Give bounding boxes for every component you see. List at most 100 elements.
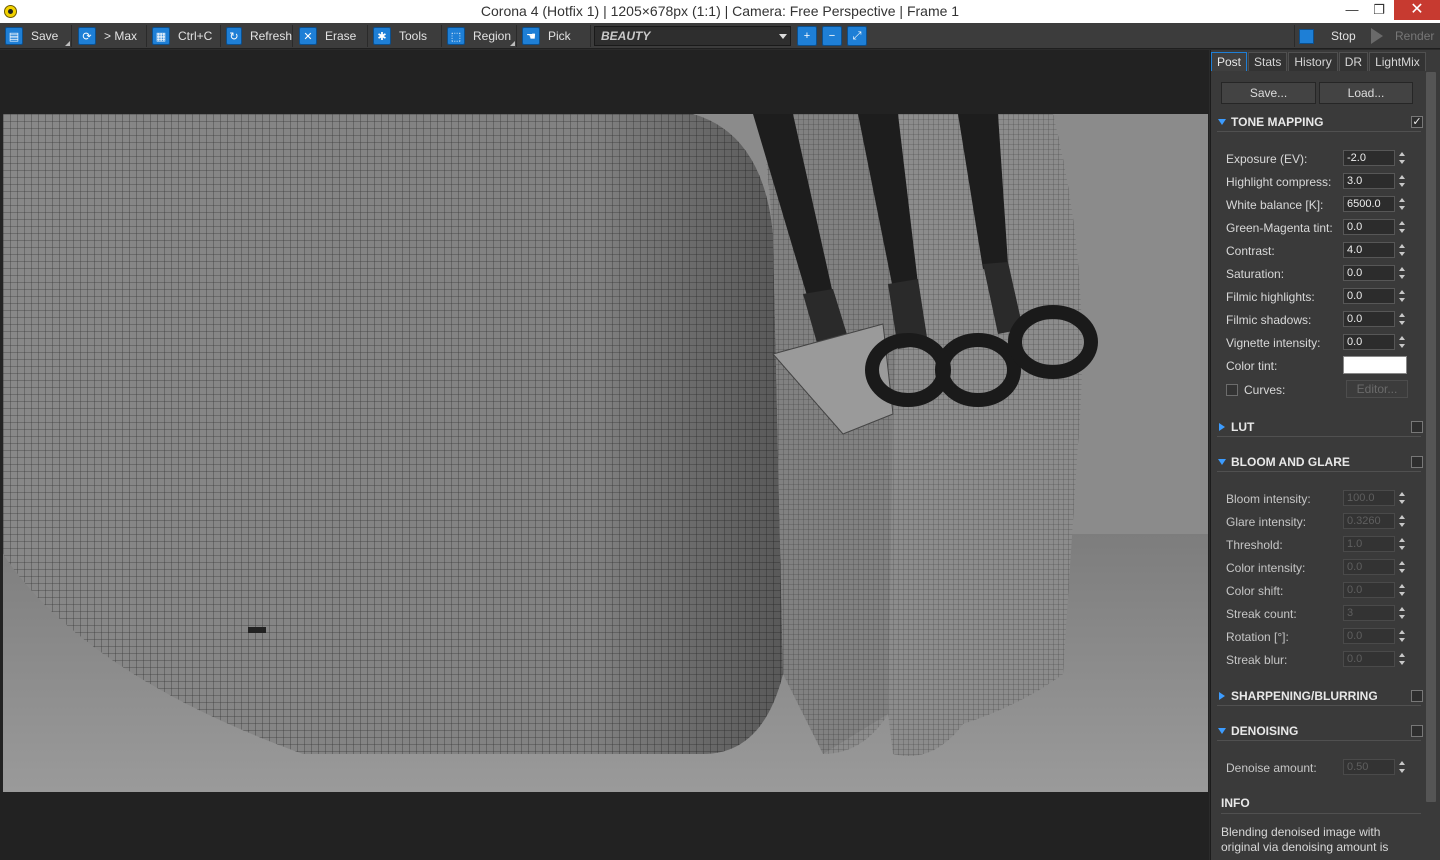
spinner-arrows-icon[interactable] xyxy=(1399,759,1407,775)
load-settings-button[interactable]: Load... xyxy=(1319,82,1413,104)
spinner-arrows-icon[interactable] xyxy=(1399,628,1407,644)
threshold-input[interactable]: 1.0 xyxy=(1343,536,1395,552)
green-magenta-row: Green-Magenta tint: 0.0 xyxy=(1226,219,1421,237)
zoom-out-icon[interactable]: − xyxy=(822,26,842,46)
save-button[interactable]: ▤ Save xyxy=(2,25,72,47)
post-panel: Post Stats History DR LightMix Save... L… xyxy=(1210,50,1440,860)
filmic-shadows-input[interactable]: 0.0 xyxy=(1343,311,1395,327)
streak-count-row: Streak count: 3 xyxy=(1226,605,1421,623)
glare-intensity-input[interactable]: 0.3260 xyxy=(1343,513,1395,529)
threshold-row: Threshold: 1.0 xyxy=(1226,536,1421,554)
tab-post[interactable]: Post xyxy=(1211,52,1248,71)
color-tint-swatch[interactable] xyxy=(1343,356,1407,374)
spinner-arrows-icon[interactable] xyxy=(1399,513,1407,529)
color-intensity-row: Color intensity: 0.0 xyxy=(1226,559,1421,577)
denoise-amount-input[interactable]: 0.50 xyxy=(1343,759,1395,775)
rotation-input[interactable]: 0.0 xyxy=(1343,628,1395,644)
curves-editor-button[interactable]: Editor... xyxy=(1346,380,1408,398)
spinner-arrows-icon[interactable] xyxy=(1399,559,1407,575)
tab-history[interactable]: History xyxy=(1288,52,1338,71)
tab-stats[interactable]: Stats xyxy=(1248,52,1288,71)
highlight-compress-row: Highlight compress: 3.0 xyxy=(1226,173,1421,191)
spinner-arrows-icon[interactable] xyxy=(1399,196,1407,212)
spinner-arrows-icon[interactable] xyxy=(1399,490,1407,506)
tone-mapping-header[interactable]: TONE MAPPING ✓ xyxy=(1217,112,1423,132)
window-title: Corona 4 (Hotfix 1) | 1205×678px (1:1) |… xyxy=(480,3,960,19)
close-button[interactable]: ✕ xyxy=(1394,0,1440,20)
region-button[interactable]: ⬚ Region xyxy=(444,25,517,47)
erase-button[interactable]: ✕ Erase xyxy=(296,25,368,47)
zoom-fit-icon[interactable]: ⤢ xyxy=(847,26,867,46)
minimize-button[interactable]: — xyxy=(1337,0,1367,20)
spinner-arrows-icon[interactable] xyxy=(1399,173,1407,189)
save-settings-button[interactable]: Save... xyxy=(1221,82,1316,104)
refresh-button[interactable]: ↻ Refresh xyxy=(223,25,293,47)
spinner-arrows-icon[interactable] xyxy=(1399,311,1407,327)
spinner-arrows-icon[interactable] xyxy=(1399,288,1407,304)
curves-checkbox[interactable] xyxy=(1226,384,1238,396)
white-balance-input[interactable]: 6500.0 xyxy=(1343,196,1395,212)
clipboard-icon: ▦ xyxy=(152,27,170,45)
tone-mapping-checkbox[interactable]: ✓ xyxy=(1411,116,1423,128)
saturation-row: Saturation: 0.0 xyxy=(1226,265,1421,283)
panel-scrollbar-thumb[interactable] xyxy=(1426,72,1436,802)
chevron-down-icon xyxy=(779,34,787,39)
green-magenta-input[interactable]: 0.0 xyxy=(1343,219,1395,235)
spinner-arrows-icon[interactable] xyxy=(1399,219,1407,235)
hand-pointer-icon: ☚ xyxy=(522,27,540,45)
denoising-checkbox[interactable] xyxy=(1411,725,1423,737)
filmic-highlights-input[interactable]: 0.0 xyxy=(1343,288,1395,304)
render-viewport[interactable] xyxy=(0,50,1209,860)
streak-blur-row: Streak blur: 0.0 xyxy=(1226,651,1421,669)
maximize-button[interactable]: ❐ xyxy=(1364,0,1394,20)
color-tint-row: Color tint: xyxy=(1226,356,1421,375)
spinner-arrows-icon[interactable] xyxy=(1399,334,1407,350)
spinner-arrows-icon[interactable] xyxy=(1399,536,1407,552)
spinner-arrows-icon[interactable] xyxy=(1399,150,1407,166)
spinner-arrows-icon[interactable] xyxy=(1399,242,1407,258)
bloom-glare-header[interactable]: BLOOM AND GLARE xyxy=(1217,452,1423,472)
stop-button[interactable]: Stop xyxy=(1294,25,1364,47)
play-icon xyxy=(1371,28,1383,44)
rendered-image[interactable] xyxy=(3,114,1208,792)
tab-dr[interactable]: DR xyxy=(1338,52,1369,71)
zoom-in-icon[interactable]: + xyxy=(797,26,817,46)
copy-button[interactable]: ▦ Ctrl+C xyxy=(149,25,221,47)
streak-blur-input[interactable]: 0.0 xyxy=(1343,651,1395,667)
sharpening-header[interactable]: SHARPENING/BLURRING xyxy=(1217,686,1423,706)
spinner-arrows-icon[interactable] xyxy=(1399,582,1407,598)
sharpening-checkbox[interactable] xyxy=(1411,690,1423,702)
max-button[interactable]: ⟳ > Max xyxy=(75,25,147,47)
lut-header[interactable]: LUT xyxy=(1217,417,1423,437)
highlight-compress-input[interactable]: 3.0 xyxy=(1343,173,1395,189)
render-button[interactable]: Render xyxy=(1366,25,1438,47)
gear-icon: ✱ xyxy=(373,27,391,45)
contrast-input[interactable]: 4.0 xyxy=(1343,242,1395,258)
expand-caret-icon xyxy=(1219,423,1225,431)
save-icon: ▤ xyxy=(5,27,23,45)
pencil-case-render xyxy=(3,114,1208,792)
exposure-input[interactable]: -2.0 xyxy=(1343,150,1395,166)
exposure-row: Exposure (EV): -2.0 xyxy=(1226,150,1421,168)
spinner-arrows-icon[interactable] xyxy=(1399,265,1407,281)
color-shift-input[interactable]: 0.0 xyxy=(1343,582,1395,598)
spinner-arrows-icon[interactable] xyxy=(1399,651,1407,667)
erase-icon: ✕ xyxy=(299,27,317,45)
spinner-arrows-icon[interactable] xyxy=(1399,605,1407,621)
title-bar: Corona 4 (Hotfix 1) | 1205×678px (1:1) |… xyxy=(0,0,1440,23)
vfb-toolbar: ▤ Save ⟳ > Max ▦ Ctrl+C ↻ Refresh ✕ Eras… xyxy=(0,23,1440,49)
render-channel-select[interactable]: BEAUTY xyxy=(594,26,791,46)
contrast-row: Contrast: 4.0 xyxy=(1226,242,1421,260)
denoising-header[interactable]: DENOISING xyxy=(1217,721,1423,741)
bloom-glare-checkbox[interactable] xyxy=(1411,456,1423,468)
saturation-input[interactable]: 0.0 xyxy=(1343,265,1395,281)
color-intensity-input[interactable]: 0.0 xyxy=(1343,559,1395,575)
vignette-input[interactable]: 0.0 xyxy=(1343,334,1395,350)
streak-count-input[interactable]: 3 xyxy=(1343,605,1395,621)
info-text: Blending denoised image with original vi… xyxy=(1221,825,1389,854)
bloom-intensity-input[interactable]: 100.0 xyxy=(1343,490,1395,506)
pick-button[interactable]: ☚ Pick xyxy=(519,25,591,47)
tab-lightmix[interactable]: LightMix xyxy=(1369,52,1426,71)
lut-checkbox[interactable] xyxy=(1411,421,1423,433)
tools-button[interactable]: ✱ Tools xyxy=(370,25,442,47)
